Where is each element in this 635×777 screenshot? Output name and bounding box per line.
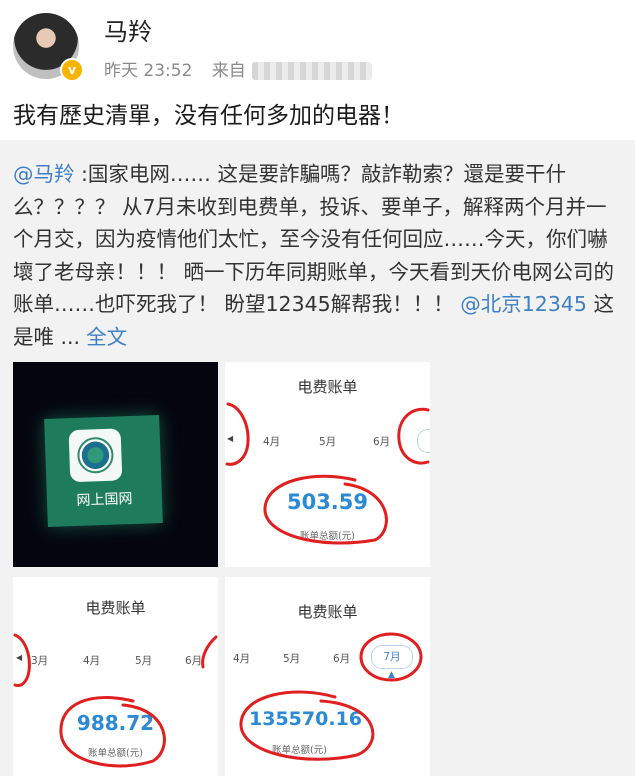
bill-total-label: 账单总额(元) xyxy=(272,745,327,756)
month-tab[interactable]: 4月 xyxy=(263,434,280,449)
month-tab[interactable]: 6月 xyxy=(185,653,202,668)
bill-total-label: 账单总额(元) xyxy=(300,531,355,542)
author-mention[interactable]: @马羚 xyxy=(13,162,75,186)
full-text-link[interactable]: 全文 xyxy=(86,325,127,349)
left-arrow-icon: ◀ xyxy=(227,434,234,443)
image-bill-1[interactable]: 电费账单 ◀ 4月 5月 6月 7 503.59 账单总额(元) xyxy=(225,362,430,567)
app-tile: 网上国网 xyxy=(44,415,163,527)
source-prefix: 来自 xyxy=(211,61,246,81)
username[interactable]: 马羚 xyxy=(104,12,152,47)
bill-amount: 503.59 xyxy=(286,490,369,514)
image-app-screen[interactable]: 网上国网 xyxy=(13,362,218,567)
month-tab[interactable]: 5月 xyxy=(319,434,336,449)
bill-title: 电费账单 xyxy=(297,603,358,621)
month-tab-selected[interactable]: 7 xyxy=(417,429,430,453)
state-grid-logo-icon xyxy=(68,428,123,483)
left-arrow-icon: ◀ xyxy=(16,653,23,662)
repost-text: @马羚 :国家电网…… 这是要詐騙嗎？敲詐勒索？還是要干什么？？？？ 从7月未收… xyxy=(13,158,625,353)
month-tab[interactable]: 4月 xyxy=(83,653,100,668)
month-tab[interactable]: 4月 xyxy=(233,651,250,666)
month-tab-selected[interactable]: 7月 xyxy=(371,645,413,669)
month-tab[interactable]: 6月 xyxy=(333,651,350,666)
blurred-source xyxy=(251,62,372,80)
image-bill-3[interactable]: 电费账单 4月 5月 6月 7月 ▲ 135570.16 账单总额(元) xyxy=(225,577,430,777)
mention-beijing12345[interactable]: @北京12345 xyxy=(460,292,587,316)
verified-badge-icon: v xyxy=(60,58,84,82)
bill-amount: 135570.16 xyxy=(249,708,362,730)
selected-caret-icon: ▲ xyxy=(388,670,395,680)
month-tab[interactable]: 3月 xyxy=(31,653,48,668)
post-meta: 昨天 23:52 来自 xyxy=(104,56,372,81)
bill-total-label: 账单总额(元) xyxy=(88,748,143,759)
repost-card[interactable]: @马羚 :国家电网…… 这是要詐騙嗎？敲詐勒索？還是要干什么？？？？ 从7月未收… xyxy=(0,140,635,777)
image-bill-2[interactable]: 电费账单 ◀ 3月 4月 5月 6月 988.72 账单总额(元) xyxy=(13,577,218,777)
bill-title: 电费账单 xyxy=(85,599,146,617)
post-text: 我有歷史清單，没有任何多加的电器！ xyxy=(13,103,404,129)
post-time: 昨天 23:52 xyxy=(104,61,193,81)
month-tab[interactable]: 5月 xyxy=(135,653,152,668)
bill-title: 电费账单 xyxy=(297,378,358,396)
app-label: 网上国网 xyxy=(76,491,133,509)
post-header: v 马羚 昨天 23:52 来自 xyxy=(0,0,635,90)
month-tab[interactable]: 6月 xyxy=(373,434,390,449)
bill-amount: 988.72 xyxy=(76,711,155,735)
month-tab[interactable]: 5月 xyxy=(283,651,300,666)
